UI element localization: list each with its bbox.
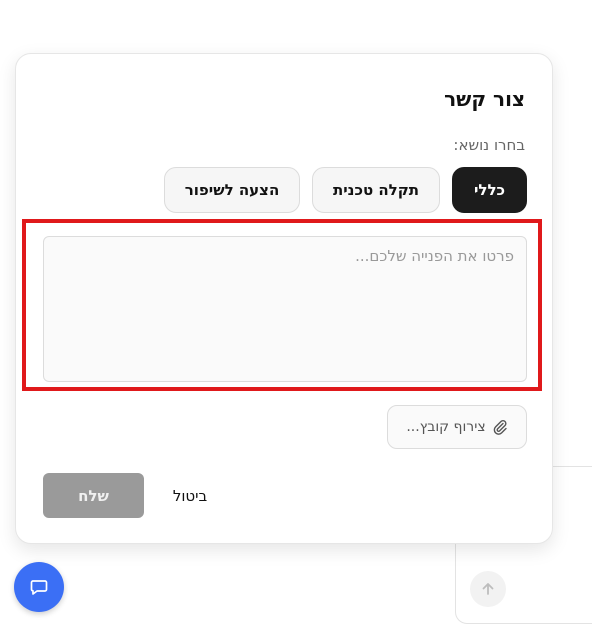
topic-general-button[interactable]: כללי (452, 167, 527, 213)
topic-prompt: בחרו נושא: (453, 136, 525, 154)
dialog-title: צור קשר (444, 87, 525, 111)
attach-file-label: צירוף קובץ... (406, 419, 486, 435)
message-textarea[interactable] (43, 236, 527, 382)
chat-launcher-button[interactable] (14, 562, 64, 612)
contact-dialog: צור קשר בחרו נושא: כללי תקלה טכנית הצעה … (15, 53, 553, 544)
chat-bubble-icon (30, 580, 48, 595)
scroll-up-button[interactable] (470, 571, 506, 607)
send-button[interactable]: שלח (43, 473, 144, 518)
topic-technical-issue-button[interactable]: תקלה טכנית (312, 167, 440, 213)
cancel-button[interactable]: ביטול (166, 473, 214, 518)
topic-suggestion-button[interactable]: הצעה לשיפור (164, 167, 300, 213)
attach-file-button[interactable]: צירוף קובץ... (387, 405, 527, 449)
paperclip-icon (493, 419, 507, 435)
arrow-up-icon (482, 583, 494, 595)
